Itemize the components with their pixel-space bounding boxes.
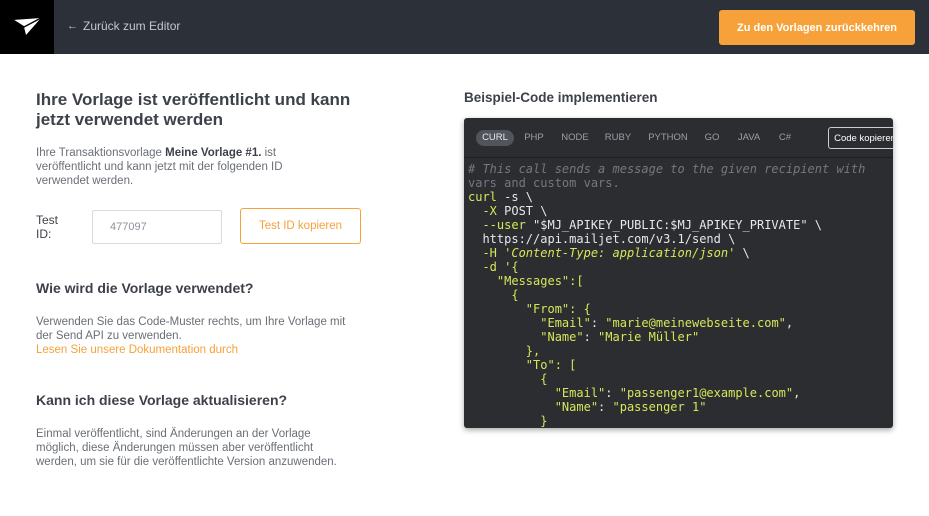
tab-node[interactable]: NODE — [557, 130, 593, 146]
back-to-editor-link[interactable]: ← Zurück zum Editor — [67, 19, 180, 33]
usage-description: Verwenden Sie das Code-Muster rechts, um… — [36, 316, 346, 342]
code-token: { — [468, 372, 548, 386]
return-to-templates-button[interactable]: Zu den Vorlagen zurückkehren — [719, 10, 915, 45]
code-token: "passenger1@example.com" — [619, 386, 794, 400]
paper-plane-icon — [12, 17, 42, 35]
code-token: -H — [468, 246, 497, 260]
update-heading: Kann ich diese Vorlage aktualisieren? — [36, 392, 288, 408]
code-token: } — [468, 414, 548, 428]
code-token: "$MJ_APIKEY_PUBLIC:$MJ_APIKEY_PRIVATE" \ — [525, 218, 823, 232]
code-token: -s \ — [496, 190, 534, 204]
code-sample-panel: CURL PHP NODE RUBY PYTHON GO JAVA C# Cod… — [464, 118, 893, 428]
test-id-field[interactable] — [92, 210, 222, 244]
copy-code-button[interactable]: Code kopieren — [828, 127, 893, 149]
code-token: "Email" — [468, 316, 591, 330]
tab-curl[interactable]: CURL — [476, 130, 514, 146]
tab-python[interactable]: PYTHON — [644, 130, 692, 146]
code-token: , — [785, 316, 794, 330]
code-token: : — [605, 386, 620, 400]
intro-prefix: Ihre Transaktionsvorlage — [36, 147, 166, 159]
tab-php[interactable]: PHP — [520, 130, 548, 146]
tab-ruby[interactable]: RUBY — [601, 130, 635, 146]
code-token: "Name" — [468, 330, 584, 344]
code-token: : — [598, 400, 613, 414]
usage-text: Verwenden Sie das Code-Muster rechts, um… — [36, 315, 356, 357]
publish-info-panel: Ihre Vorlage ist veröffentlicht und kann… — [36, 90, 366, 468]
code-token: "Name" — [468, 400, 599, 414]
code-token: "passenger 1" — [612, 400, 707, 414]
page-title: Ihre Vorlage ist veröffentlicht und kann… — [36, 90, 351, 129]
code-token: \ — [735, 246, 750, 260]
code-token: --user — [468, 218, 526, 232]
arrow-left-icon: ← — [67, 20, 78, 32]
test-id-label: Test ID: — [36, 213, 59, 241]
template-name: Meine Vorlage #1. — [165, 147, 262, 159]
tab-java[interactable]: JAVA — [733, 130, 765, 146]
code-token: "marie@meinewebseite.com" — [605, 316, 786, 330]
update-text: Einmal veröffentlicht, sind Änderungen a… — [36, 428, 337, 468]
code-token: : — [583, 330, 599, 344]
code-token: "Marie Müller" — [598, 330, 700, 344]
code-token: curl — [468, 190, 497, 204]
code-token: "To" — [468, 358, 555, 372]
language-tabs: CURL PHP NODE RUBY PYTHON GO JAVA C# Cod… — [464, 118, 893, 158]
code-comment-1: # This call sends a message to the given… — [468, 162, 866, 176]
logo[interactable] — [0, 0, 54, 54]
code-token: https://api.mailjet.com/v3.1/send \ — [468, 232, 736, 246]
code-token: }, — [468, 344, 541, 358]
back-to-editor-label: Zurück zum Editor — [83, 19, 181, 33]
code-token: { — [468, 288, 519, 302]
code-token: POST \ — [496, 204, 548, 218]
code-comment-2: vars and custom vars. — [468, 176, 620, 190]
code-token: -X — [468, 204, 497, 218]
code-token: "Email" — [468, 386, 606, 400]
code-token: : { — [569, 302, 591, 316]
code-token: , — [793, 386, 801, 400]
code-block: # This call sends a message to the given… — [468, 162, 889, 428]
test-id-row: Test ID: Test ID kopieren — [36, 208, 366, 248]
documentation-link[interactable]: Lesen Sie unsere Dokumentation durch — [36, 343, 356, 357]
code-token: "From" — [468, 302, 570, 316]
tab-csharp[interactable]: C# — [774, 130, 796, 146]
code-token: '{ — [496, 260, 519, 274]
code-token: : — [590, 316, 606, 330]
code-token: 'Content-Type: application/json' — [496, 246, 736, 260]
top-bar: ← Zurück zum Editor Zu den Vorlagen zurü… — [0, 0, 929, 54]
code-token: "Messages":[ — [468, 274, 584, 288]
code-section-title: Beispiel-Code implementieren — [464, 90, 658, 105]
copy-test-id-button[interactable]: Test ID kopieren — [240, 208, 361, 244]
code-token: -d — [468, 260, 497, 274]
code-token: : [ — [554, 358, 577, 372]
tab-go[interactable]: GO — [701, 130, 723, 146]
intro-text: Ihre Transaktionsvorlage Meine Vorlage #… — [36, 146, 326, 188]
usage-heading: Wie wird die Vorlage verwendet? — [36, 280, 254, 296]
